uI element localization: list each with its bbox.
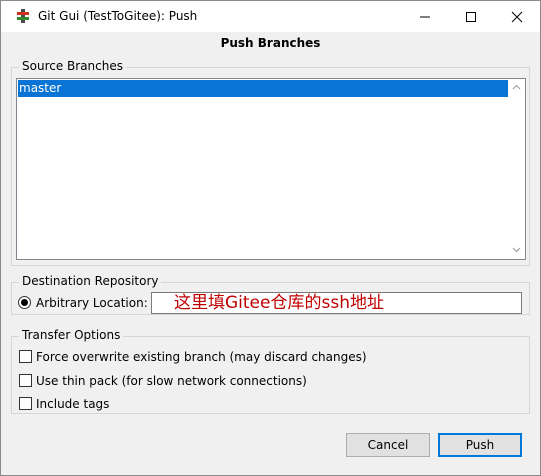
destination-repository-label: Destination Repository [19,274,162,288]
source-branches-list[interactable]: master [16,78,526,260]
cancel-button[interactable]: Cancel [346,433,430,457]
scroll-up-icon[interactable] [512,84,521,90]
arbitrary-location-radio[interactable] [18,296,31,309]
minimize-button[interactable] [402,1,448,32]
minimize-icon [420,16,430,18]
location-input[interactable]: 这里填Gitee仓库的ssh地址 [151,292,522,314]
close-button[interactable] [494,1,540,32]
vertical-scrollbar[interactable] [508,79,525,259]
maximize-icon [466,12,476,22]
git-gui-icon [17,9,29,23]
maximize-button[interactable] [448,1,494,32]
push-dialog-window: Git Gui (TestToGitee): Push Push Branche… [0,0,541,476]
arbitrary-location-label: Arbitrary Location: [36,296,148,310]
include-tags-label: Include tags [36,397,110,411]
transfer-options-label: Transfer Options [19,328,124,342]
force-overwrite-label: Force overwrite existing branch (may dis… [36,350,367,364]
title-bar[interactable]: Git Gui (TestToGitee): Push [1,1,540,32]
include-tags-checkbox[interactable] [19,397,32,410]
dialog-heading: Push Branches [220,36,321,50]
scroll-down-icon[interactable] [512,247,521,253]
thin-pack-checkbox[interactable] [19,374,32,387]
window-title: Git Gui (TestToGitee): Push [38,9,198,23]
thin-pack-label: Use thin pack (for slow network connecti… [36,374,307,388]
source-branches-label: Source Branches [19,59,126,73]
close-icon [511,11,523,23]
force-overwrite-checkbox[interactable] [19,350,32,363]
push-button[interactable]: Push [438,433,522,457]
branch-item-master[interactable]: master [18,80,509,97]
